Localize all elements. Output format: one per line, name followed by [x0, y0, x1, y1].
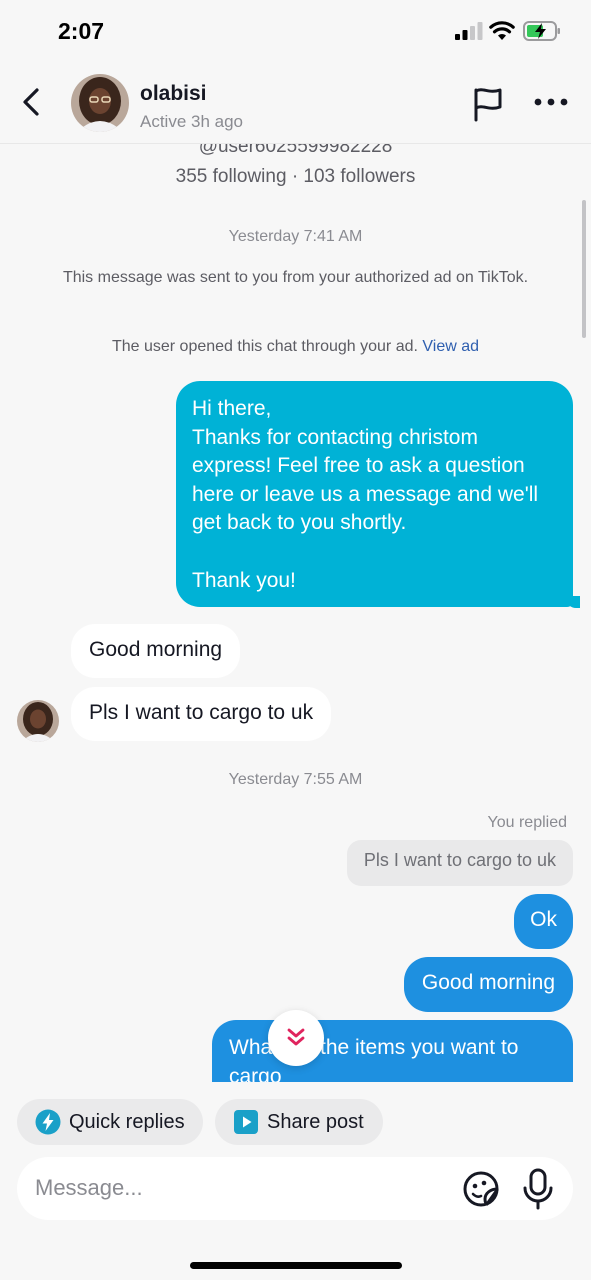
lightning-icon	[35, 1109, 61, 1135]
view-ad-link[interactable]: View ad	[422, 338, 479, 355]
ad-opened-text: The user opened this chat through your a…	[111, 338, 418, 355]
message-outgoing[interactable]: Ok	[514, 894, 573, 949]
message-outgoing[interactable]: Good morning	[403, 957, 573, 1012]
message-outgoing[interactable]: Hi there, Thanks for contacting christom…	[176, 381, 573, 607]
contact-name[interactable]: olabisi	[140, 82, 207, 106]
status-bar: 2:07	[0, 0, 591, 64]
timestamp: Yesterday 7:41 AM	[228, 228, 363, 245]
share-post-button[interactable]: Share post	[215, 1099, 383, 1145]
status-time: 2:07	[58, 18, 105, 44]
sender-avatar[interactable]	[17, 700, 59, 742]
flag-icon[interactable]	[470, 86, 506, 122]
double-chevron-down-icon	[287, 1028, 305, 1046]
ad-opened-notice: The user opened this chat through your a…	[0, 338, 591, 356]
play-icon	[234, 1110, 258, 1134]
message-input[interactable]	[35, 1171, 455, 1205]
ad-notice: This message was sent to you from your a…	[62, 269, 529, 286]
microphone-icon[interactable]	[521, 1168, 555, 1210]
quick-replies-button[interactable]: Quick replies	[17, 1099, 203, 1145]
quoted-message[interactable]: Pls I want to cargo to uk	[346, 840, 573, 886]
profile-handle: @user6025599982228	[198, 144, 393, 157]
message-outgoing[interactable]: What are the items you want to cargo	[212, 1020, 573, 1082]
wifi-icon	[489, 21, 515, 40]
sticker-icon[interactable]	[461, 1169, 501, 1209]
timestamp: Yesterday 7:55 AM	[228, 771, 363, 788]
share-post-label: Share post	[267, 1110, 364, 1133]
profile-stats: 355 following · 103 followers	[175, 166, 416, 187]
message-incoming[interactable]: Good morning	[71, 624, 241, 678]
message-incoming[interactable]: Pls I want to cargo to uk	[71, 687, 332, 741]
conversation-area[interactable]: @user6025599982228 355 following · 103 f…	[0, 144, 591, 1082]
scrollbar[interactable]	[582, 200, 586, 338]
replied-label: You replied	[487, 814, 567, 831]
battery-charging-icon	[523, 21, 560, 41]
scroll-to-bottom-button[interactable]	[268, 1010, 324, 1066]
message-composer	[17, 1157, 573, 1220]
active-status: Active 3h ago	[140, 112, 244, 131]
home-indicator[interactable]	[190, 1262, 402, 1269]
cellular-signal-icon	[455, 22, 483, 40]
quick-replies-label: Quick replies	[69, 1110, 185, 1133]
contact-avatar[interactable]	[71, 74, 129, 132]
chat-header: olabisi Active 3h ago	[0, 64, 591, 144]
more-horizontal-icon[interactable]	[533, 92, 569, 112]
chevron-left-icon[interactable]	[18, 86, 46, 118]
